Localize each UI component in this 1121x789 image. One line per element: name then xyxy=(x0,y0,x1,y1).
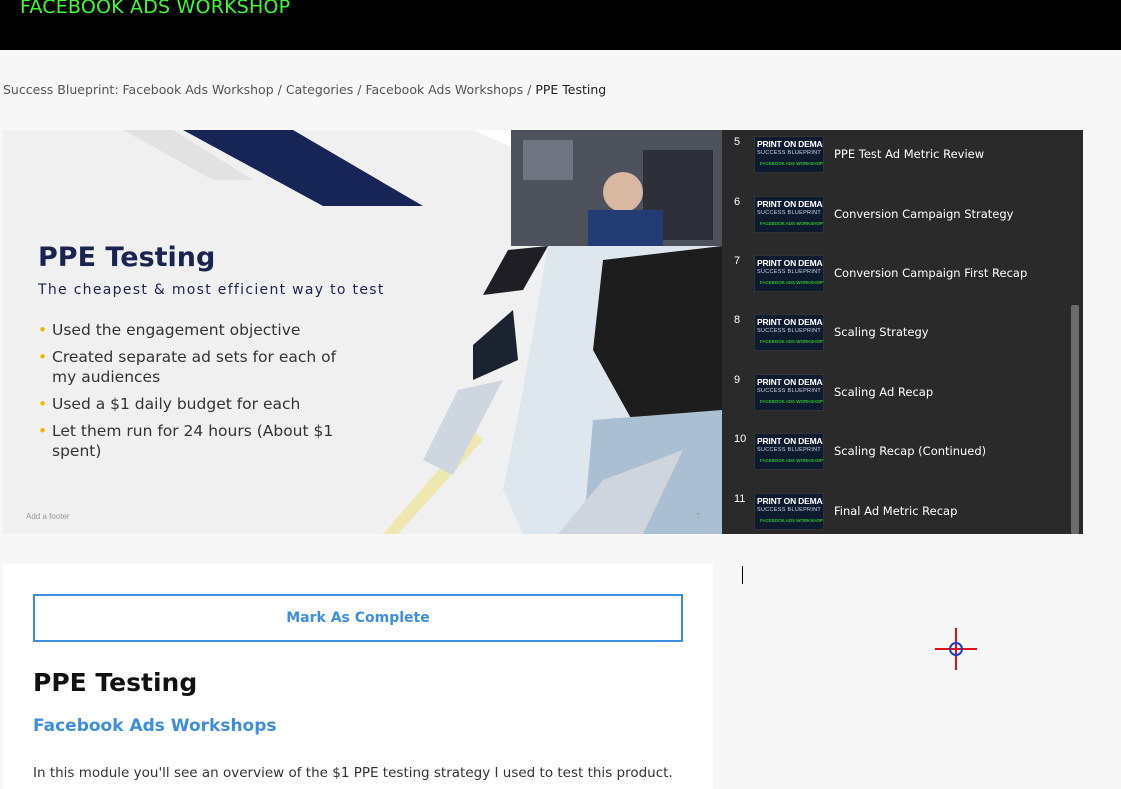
breadcrumb-separator: / xyxy=(277,82,282,97)
playlist-item-label: Scaling Recap (Continued) xyxy=(834,444,987,458)
playlist-item-number: 10 xyxy=(734,433,747,445)
lesson-title: PPE Testing xyxy=(33,668,198,697)
lesson-description: In this module you'll see an overview of… xyxy=(33,765,673,781)
playlist-thumbnail: PRINT ON DEMAND SUCCESS BLUEPRINT FACEBO… xyxy=(754,433,824,470)
mark-complete-button[interactable]: Mark As Complete xyxy=(33,594,683,642)
text-caret xyxy=(742,566,743,584)
playlist-item[interactable]: 5 PRINT ON DEMAND SUCCESS BLUEPRINT FACE… xyxy=(722,136,1072,188)
breadcrumb-categories[interactable]: Categories xyxy=(286,82,353,97)
playlist-item-number: 7 xyxy=(734,255,741,267)
breadcrumb: Success Blueprint: Facebook Ads Workshop… xyxy=(3,82,606,97)
playlist-item-label: Scaling Ad Recap xyxy=(834,385,934,399)
slide-bullet: Created separate ad sets for each of my … xyxy=(38,347,338,387)
breadcrumb-home[interactable]: Success Blueprint: Facebook Ads Workshop xyxy=(3,82,274,97)
playlist-item-number: 9 xyxy=(734,374,741,386)
playlist-thumbnail: PRINT ON DEMAND SUCCESS BLUEPRINT FACEBO… xyxy=(754,314,824,351)
video-player[interactable]: PPE Testing The cheapest & most efficien… xyxy=(3,130,722,534)
playlist-thumbnail: PRINT ON DEMAND SUCCESS BLUEPRINT FACEBO… xyxy=(754,136,824,173)
playlist-item-label: PPE Test Ad Metric Review xyxy=(834,147,985,161)
playlist-item[interactable]: 10 PRINT ON DEMAND SUCCESS BLUEPRINT FAC… xyxy=(722,433,1072,485)
playlist-item-label: Final Ad Metric Recap xyxy=(834,504,958,518)
top-bar: FACEBOOK ADS WORKSHOP xyxy=(0,0,1121,50)
playlist-item[interactable]: 8 PRINT ON DEMAND SUCCESS BLUEPRINT FACE… xyxy=(722,314,1072,366)
slide-footer: Add a footer xyxy=(26,512,70,521)
playlist-item-label: Conversion Campaign First Recap xyxy=(834,266,1028,280)
breadcrumb-current: PPE Testing xyxy=(535,82,607,97)
crosshair-cursor-icon xyxy=(935,628,977,670)
breadcrumb-separator: / xyxy=(357,82,362,97)
playlist-item-label: Conversion Campaign Strategy xyxy=(834,207,1014,221)
playlist-thumbnail: PRINT ON DEMAND SUCCESS BLUEPRINT FACEBO… xyxy=(754,493,824,530)
playlist-item[interactable]: 7 PRINT ON DEMAND SUCCESS BLUEPRINT FACE… xyxy=(722,255,1072,307)
slide-bullet: Let them run for 24 hours (About $1 spen… xyxy=(38,421,338,461)
slide-bullet-list: Used the engagement objective Created se… xyxy=(38,320,338,468)
playlist-item[interactable]: 6 PRINT ON DEMAND SUCCESS BLUEPRINT FACE… xyxy=(722,196,1072,248)
playlist-item-number: 11 xyxy=(734,493,746,505)
lesson-category-link[interactable]: Facebook Ads Workshops xyxy=(33,716,277,736)
playlist-scrollbar[interactable] xyxy=(1071,305,1079,534)
playlist-item-number: 5 xyxy=(734,136,741,148)
playlist-thumbnail: PRINT ON DEMAND SUCCESS BLUEPRINT FACEBO… xyxy=(754,196,824,233)
slide-subtitle: The cheapest & most efficient way to tes… xyxy=(38,282,385,298)
playlist-thumbnail: PRINT ON DEMAND SUCCESS BLUEPRINT FACEBO… xyxy=(754,255,824,292)
lesson-content-card: Mark As Complete PPE Testing Facebook Ad… xyxy=(3,564,713,789)
slide-page-number: 7 xyxy=(696,512,701,521)
breadcrumb-separator: / xyxy=(527,82,532,97)
playlist-item-number: 6 xyxy=(734,196,741,208)
slide-bullet: Used a $1 daily budget for each xyxy=(38,394,338,414)
breadcrumb-category[interactable]: Facebook Ads Workshops xyxy=(365,82,523,97)
playlist-thumbnail: PRINT ON DEMAND SUCCESS BLUEPRINT FACEBO… xyxy=(754,374,824,411)
slide-title: PPE Testing xyxy=(38,242,216,273)
slide-bullet: Used the engagement objective xyxy=(38,320,338,340)
brand-logo[interactable]: FACEBOOK ADS WORKSHOP xyxy=(20,0,290,18)
playlist-item[interactable]: 9 PRINT ON DEMAND SUCCESS BLUEPRINT FACE… xyxy=(722,374,1072,426)
playlist-item-number: 8 xyxy=(734,314,741,326)
lesson-playlist: 5 PRINT ON DEMAND SUCCESS BLUEPRINT FACE… xyxy=(722,130,1083,534)
playlist-item[interactable]: 11 PRINT ON DEMAND SUCCESS BLUEPRINT FAC… xyxy=(722,493,1072,534)
playlist-item-label: Scaling Strategy xyxy=(834,325,929,339)
